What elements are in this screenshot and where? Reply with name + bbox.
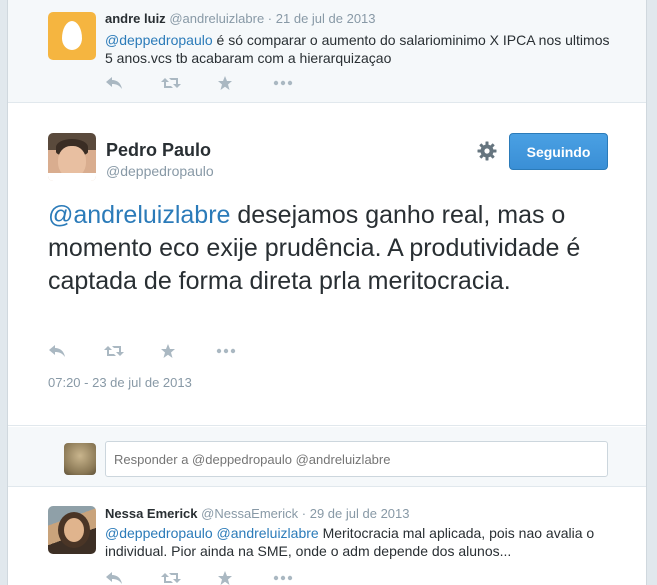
tweet-timestamp[interactable]: 07:20 - 23 de jul de 2013 [48,375,192,390]
reply-author-name[interactable]: Nessa Emerick [105,506,198,521]
main-tweet-text: @andreluizlabre desejamos ganho real, ma… [48,199,608,298]
ancestor-tweet-actions [105,74,329,92]
ancestor-author-handle[interactable]: @andreluizlabre [169,11,264,26]
egg-icon [62,21,82,50]
reply-tweet-text: @deppedropaulo @andreluizlabre Meritocra… [105,524,615,560]
favorite-icon[interactable] [217,569,273,585]
separator-dot: · [267,11,273,26]
more-icon[interactable] [273,74,329,92]
mention-link[interactable]: @deppedropaulo [105,525,213,541]
gear-icon[interactable] [476,140,498,162]
separator-dot: · [301,506,307,521]
current-user-avatar [64,443,96,475]
ancestor-tweet-text: @deppedropaulo é só comparar o aumento d… [105,31,615,67]
favorite-icon[interactable] [160,342,216,360]
avatar-face [64,518,84,542]
reply-icon[interactable] [48,342,104,360]
reply-icon[interactable] [105,74,161,92]
mention-link[interactable]: @andreluizlabre [217,525,319,541]
retweet-icon[interactable] [161,74,217,92]
ancestor-tweet[interactable]: andre luiz @andreluizlabre · 21 de jul d… [8,0,646,103]
reply-input[interactable] [105,441,608,477]
more-icon[interactable] [273,569,329,585]
author-name[interactable]: Pedro Paulo [106,140,211,161]
main-tweet-actions [48,342,272,360]
reply-box [8,427,646,487]
reply-tweet-time[interactable]: 29 de jul de 2013 [310,506,410,521]
author-avatar[interactable] [48,133,96,181]
main-tweet: Pedro Paulo @deppedropaulo Seguindo @and… [8,104,646,426]
favorite-icon[interactable] [217,74,273,92]
ancestor-tweet-header: andre luiz @andreluizlabre · 21 de jul d… [105,11,376,26]
author-handle[interactable]: @deppedropaulo [106,163,214,179]
mention-link[interactable]: @andreluizlabre [48,201,230,229]
following-button[interactable]: Seguindo [509,133,608,170]
tweet-permalink-frame: andre luiz @andreluizlabre · 21 de jul d… [7,0,647,585]
reply-tweet-header: Nessa Emerick @NessaEmerick · 29 de jul … [105,506,410,521]
mention-link[interactable]: @deppedropaulo [105,32,213,48]
retweet-icon[interactable] [161,569,217,585]
egg-avatar[interactable] [48,12,96,60]
reply-tweet-actions [105,569,329,585]
ancestor-author-name[interactable]: andre luiz [105,11,166,26]
more-icon[interactable] [216,342,272,360]
reply-author-avatar[interactable] [48,506,96,554]
reply-tweet[interactable]: Nessa Emerick @NessaEmerick · 29 de jul … [8,488,646,585]
retweet-icon[interactable] [104,342,160,360]
reply-author-handle[interactable]: @NessaEmerick [201,506,298,521]
avatar-shirt [48,173,96,181]
reply-icon[interactable] [105,569,161,585]
ancestor-tweet-time[interactable]: 21 de jul de 2013 [276,11,376,26]
